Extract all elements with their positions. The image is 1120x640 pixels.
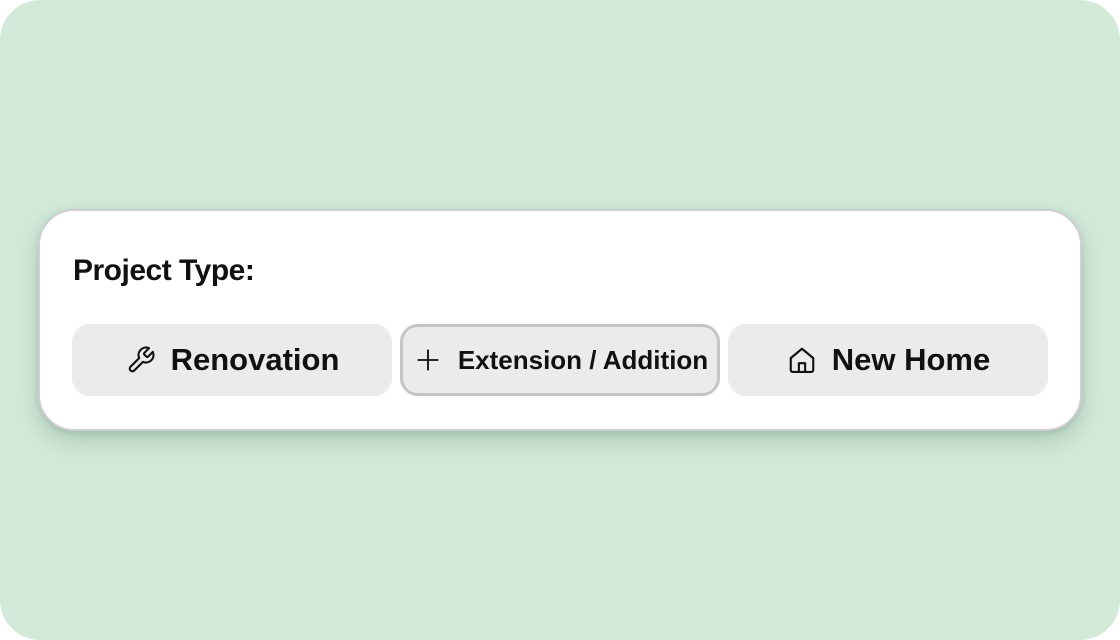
project-type-options: Renovation Extension / Addition New Home [72,324,1050,398]
wrench-icon [125,344,157,376]
option-renovation[interactable]: Renovation [72,324,392,396]
option-label: Renovation [170,342,340,377]
option-label: New Home [831,342,991,377]
option-extension-addition[interactable]: Extension / Addition [400,324,720,396]
page-background: Project Type: Renovation Extension / Add… [0,0,1120,640]
project-type-card: Project Type: Renovation Extension / Add… [38,209,1082,431]
option-label: Extension / Addition [457,344,709,375]
project-type-label: Project Type: [73,254,255,287]
house-icon [786,344,818,376]
option-new-home[interactable]: New Home [728,324,1048,396]
plus-icon [412,344,444,376]
